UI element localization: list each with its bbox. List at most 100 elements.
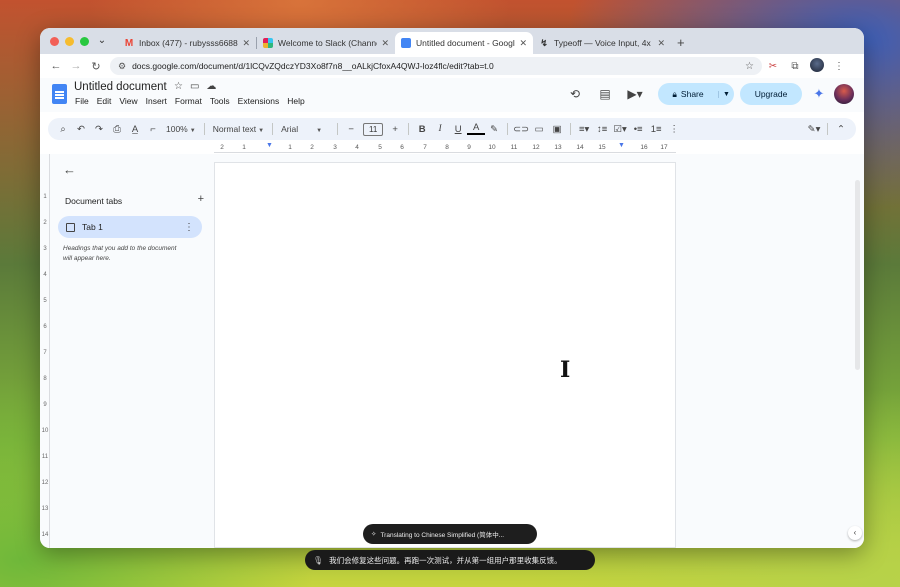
font-size-input[interactable]: 11 (363, 122, 384, 136)
align-icon[interactable]: ≡▾ (575, 124, 593, 135)
dictation-bar: 🎙︎ 我们会修复这些问题。再跑一次测试，并从第一组用户那里收集反馈。 (305, 550, 595, 570)
back-arrow-icon[interactable]: ← (63, 162, 76, 177)
close-tab-icon[interactable]: ✕ (242, 38, 250, 49)
site-info-icon[interactable]: ⚙ (118, 61, 126, 72)
move-folder-icon[interactable]: ▭ (190, 81, 199, 92)
paint-format-icon[interactable]: ⌐ (144, 124, 162, 135)
microphone-icon[interactable]: 🎙︎ (313, 556, 323, 565)
editing-mode-pencil-icon[interactable]: ✎▾ (805, 124, 823, 135)
chevron-left-icon[interactable]: ‹ (848, 526, 862, 540)
minimize-window-button[interactable] (65, 37, 74, 46)
browser-menu-icon[interactable]: ⋮ (828, 61, 850, 72)
reload-icon[interactable]: ↻ (86, 60, 106, 73)
browser-window: ⌄ M Inbox (477) - rubysss6688@ ✕ Welcome… (40, 28, 864, 548)
more-options-icon[interactable]: ⋮ (184, 222, 194, 233)
bookmark-star-icon[interactable]: ☆ (745, 61, 754, 72)
ruler-number: 16 (640, 144, 648, 151)
print-icon[interactable]: ⎙ (108, 124, 126, 135)
meet-video-icon[interactable]: ▶▾ (620, 87, 650, 101)
italic-icon[interactable]: I (431, 124, 449, 134)
share-button[interactable]: 🔒︎ Share ▼ (658, 83, 734, 105)
ruler-number: 14 (576, 144, 584, 151)
share-main[interactable]: 🔒︎ Share (658, 89, 718, 100)
star-icon[interactable]: ☆ (174, 81, 183, 92)
hide-menus-chevron-up-icon[interactable]: ⌃ (832, 124, 850, 135)
cloud-saved-icon[interactable]: ☁ (206, 81, 216, 92)
docs-logo-icon[interactable] (52, 84, 67, 104)
version-history-icon[interactable]: ⟲ (560, 87, 590, 101)
bold-icon[interactable]: B (413, 124, 431, 135)
close-tab-icon[interactable]: ✕ (519, 38, 527, 49)
insert-image-icon[interactable]: ▣ (548, 124, 566, 135)
right-indent-marker-icon[interactable]: ▼ (618, 142, 625, 149)
menu-edit[interactable]: Edit (97, 96, 112, 106)
numbered-list-icon[interactable]: 1≡ (647, 124, 665, 135)
share-label: Share (680, 89, 704, 99)
address-bar-row: ← → ↻ ⚙ docs.google.com/document/d/1lCQv… (40, 54, 864, 78)
document-title[interactable]: Untitled document (74, 81, 167, 93)
browser-tab-gmail[interactable]: M Inbox (477) - rubysss6688@ ✕ (118, 32, 256, 54)
highlight-color-icon[interactable]: ✎ (485, 124, 503, 135)
ruler-number: 12 (532, 144, 540, 151)
forward-arrow-icon[interactable]: → (66, 60, 86, 72)
horizontal-ruler[interactable]: 2 1 ▼ 1 2 3 4 5 6 7 8 9 10 11 12 13 14 1… (214, 142, 676, 154)
upgrade-button[interactable]: Upgrade (740, 83, 802, 105)
gemini-sparkle-icon[interactable]: ✦ (810, 86, 828, 102)
ruler-number: 2 (43, 220, 47, 226)
text-color-icon[interactable]: A (467, 123, 486, 135)
extension-icon[interactable]: ✂ (762, 61, 784, 72)
increase-font-size-icon[interactable]: + (386, 124, 404, 135)
browser-tab-slack[interactable]: Welcome to Slack (Channel) ✕ (257, 32, 395, 54)
toolbar-divider (272, 123, 274, 135)
close-window-button[interactable] (50, 37, 59, 46)
menu-tools[interactable]: Tools (210, 96, 230, 106)
ruler-number: 1 (288, 144, 292, 151)
insert-link-icon[interactable]: ⊂⊃ (512, 124, 530, 135)
undo-icon[interactable]: ↶ (72, 124, 90, 135)
close-tab-icon[interactable]: ✕ (381, 38, 389, 49)
ruler-number: 8 (445, 144, 449, 151)
extensions-puzzle-icon[interactable]: ⧉ (784, 61, 806, 72)
zoom-select[interactable]: 100% ▼ (162, 124, 200, 134)
font-select[interactable]: Arial ▼ (277, 124, 333, 134)
add-tab-button[interactable]: + (198, 193, 204, 205)
bulleted-list-icon[interactable]: •≡ (629, 124, 647, 135)
ruler-number: 7 (423, 144, 427, 151)
browser-tab-typeoff[interactable]: ↯ Typeoff — Voice Input, 4x Fa ✕ (533, 32, 671, 54)
redo-icon[interactable]: ↷ (90, 124, 108, 135)
close-tab-icon[interactable]: ✕ (657, 38, 665, 49)
add-comment-icon[interactable]: ▭ (530, 124, 548, 135)
line-spacing-icon[interactable]: ↕≡ (593, 124, 611, 135)
vertical-scrollbar[interactable] (855, 180, 860, 370)
vertical-ruler[interactable]: 1 2 3 4 5 6 7 8 9 10 11 12 13 14 (40, 154, 50, 548)
menu-help[interactable]: Help (287, 96, 304, 106)
url-text: docs.google.com/document/d/1lCQvZQdczYD3… (132, 61, 494, 71)
more-options-icon[interactable]: ⋮ (665, 124, 683, 135)
profile-icon[interactable] (806, 57, 828, 75)
translate-sparkle-icon: ✧ (371, 531, 377, 538)
menu-view[interactable]: View (119, 96, 137, 106)
share-dropdown-icon[interactable]: ▼ (718, 90, 734, 98)
document-page[interactable]: I (214, 162, 676, 548)
tab-search-chevron-icon[interactable]: ⌄ (94, 34, 110, 48)
search-menus-icon[interactable]: ⌕ (54, 124, 72, 135)
paragraph-style-select[interactable]: Normal text ▼ (209, 124, 268, 134)
account-avatar[interactable] (834, 84, 854, 104)
maximize-window-button[interactable] (80, 37, 89, 46)
new-tab-button[interactable]: + (677, 32, 685, 54)
lock-icon: 🔒︎ (672, 88, 677, 99)
menu-file[interactable]: File (75, 96, 89, 106)
decrease-font-size-icon[interactable]: − (342, 124, 360, 135)
indent-marker-icon[interactable]: ▼ (266, 142, 273, 149)
menu-extensions[interactable]: Extensions (238, 96, 280, 106)
underline-icon[interactable]: U (449, 124, 467, 135)
sidebar-item-tab-1[interactable]: Tab 1 ⋮ (58, 216, 202, 238)
spellcheck-icon[interactable]: A̲ (126, 124, 144, 135)
comments-icon[interactable]: ▤ (590, 87, 620, 101)
menu-insert[interactable]: Insert (146, 96, 167, 106)
checklist-icon[interactable]: ☑▾ (611, 124, 629, 135)
menu-format[interactable]: Format (175, 96, 202, 106)
address-bar[interactable]: ⚙ docs.google.com/document/d/1lCQvZQdczY… (110, 57, 762, 75)
back-arrow-icon[interactable]: ← (46, 60, 66, 72)
browser-tab-docs[interactable]: Untitled document - Google ✕ (395, 32, 533, 54)
